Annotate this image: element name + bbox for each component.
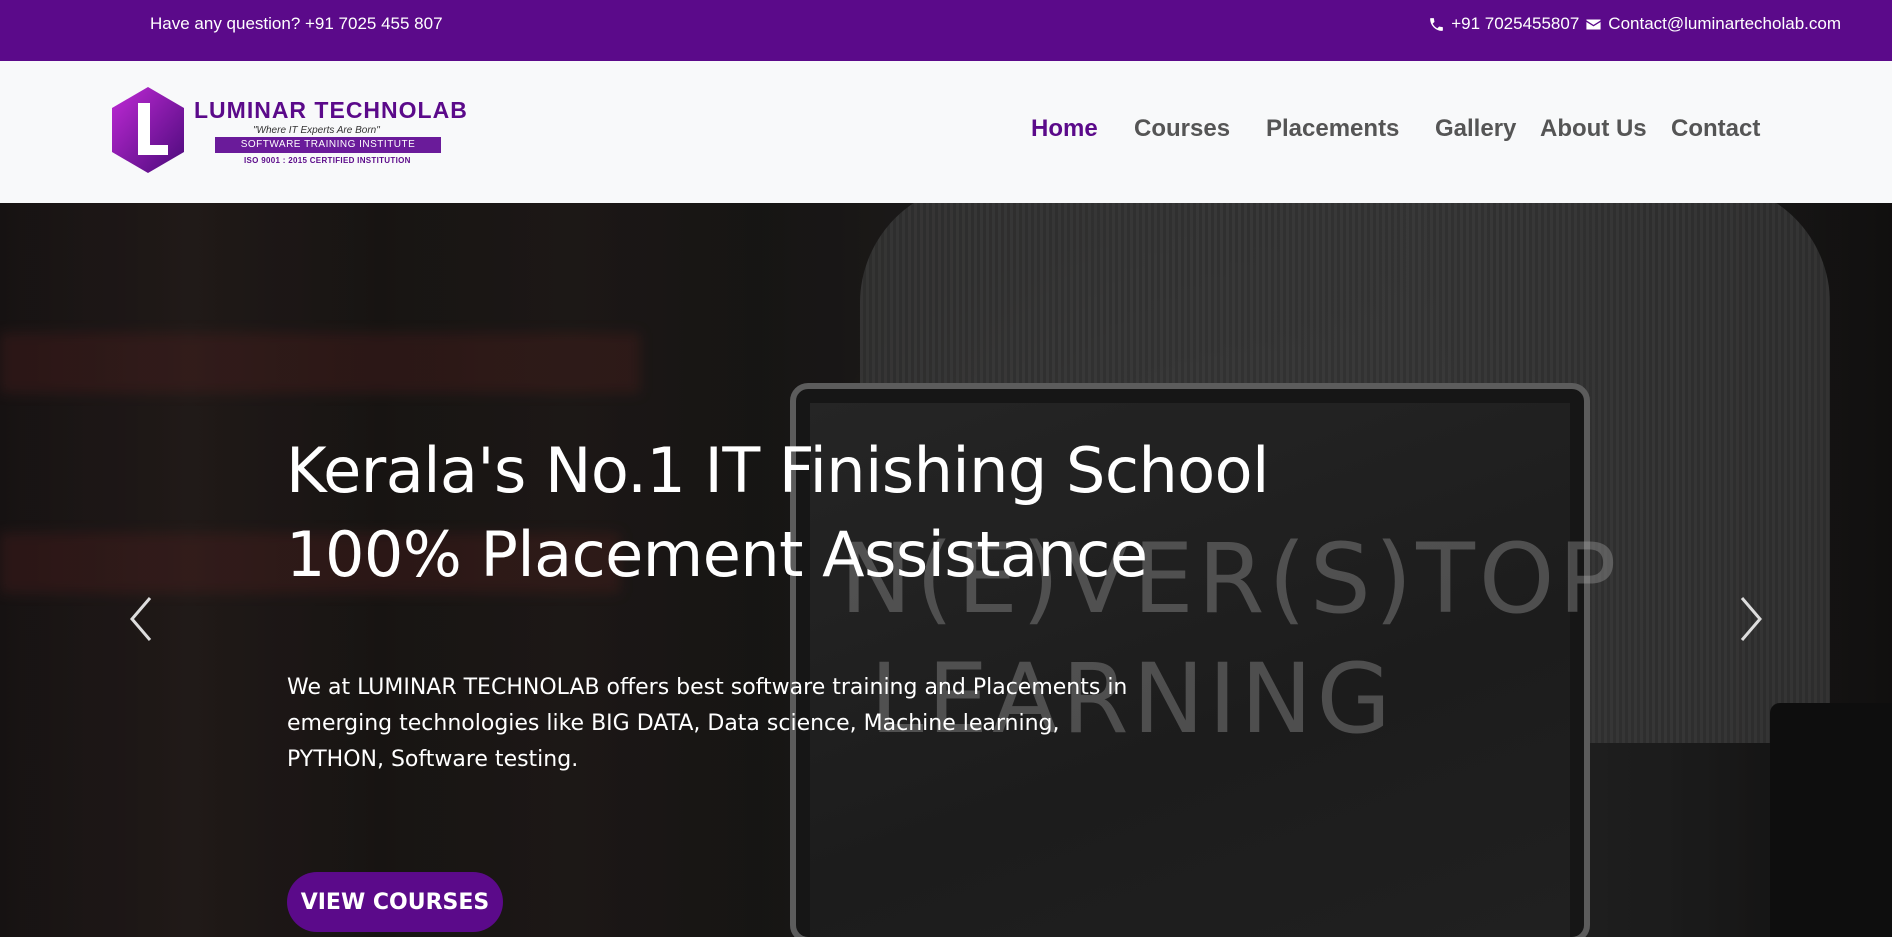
nav-home[interactable]: Home bbox=[1031, 115, 1098, 143]
nav-gallery[interactable]: Gallery bbox=[1435, 115, 1516, 143]
view-courses-button[interactable]: VIEW COURSES bbox=[287, 872, 503, 932]
email-contact[interactable]: Contact@luminartecholab.com bbox=[1585, 14, 1841, 34]
hero-description: We at LUMINAR TECHNOLAB offers best soft… bbox=[287, 675, 1128, 772]
logo-iso: ISO 9001 : 2015 CERTIFIED INSTITUTION bbox=[244, 156, 411, 165]
envelope-icon bbox=[1585, 16, 1602, 33]
nav-about-us[interactable]: About Us bbox=[1540, 115, 1647, 143]
phone-icon bbox=[1428, 16, 1445, 33]
chevron-left-icon[interactable] bbox=[126, 594, 156, 644]
chevron-right-icon[interactable] bbox=[1736, 594, 1766, 644]
question-text: Have any question? +91 7025 455 807 bbox=[150, 14, 443, 33]
nav-courses[interactable]: Courses bbox=[1134, 115, 1230, 143]
top-contact-bar: Have any question? +91 7025 455 807 +91 … bbox=[0, 0, 1892, 61]
email-address: Contact@luminartecholab.com bbox=[1608, 14, 1841, 33]
site-header: LUMINAR TECHNOLAB "Where IT Experts Are … bbox=[0, 61, 1892, 203]
phone-number: +91 7025455807 bbox=[1451, 14, 1580, 33]
nav-placements[interactable]: Placements bbox=[1266, 115, 1399, 143]
main-nav: Home Courses Placements Gallery About Us… bbox=[0, 115, 1892, 149]
contact-info: +91 7025455807 Contact@luminartecholab.c… bbox=[1428, 14, 1841, 34]
nav-contact[interactable]: Contact bbox=[1671, 115, 1760, 143]
phone-contact[interactable]: +91 7025455807 bbox=[1428, 14, 1579, 34]
hero-title-line1: Kerala's No.1 IT Finishing School bbox=[286, 434, 1269, 507]
hero-title: Kerala's No.1 IT Finishing School 100% P… bbox=[286, 429, 1386, 597]
hero-carousel: N(E)VER(S)TOP LEARNING Kerala's No.1 IT … bbox=[0, 203, 1892, 937]
hero-title-line2: 100% Placement Assistance bbox=[286, 518, 1148, 591]
